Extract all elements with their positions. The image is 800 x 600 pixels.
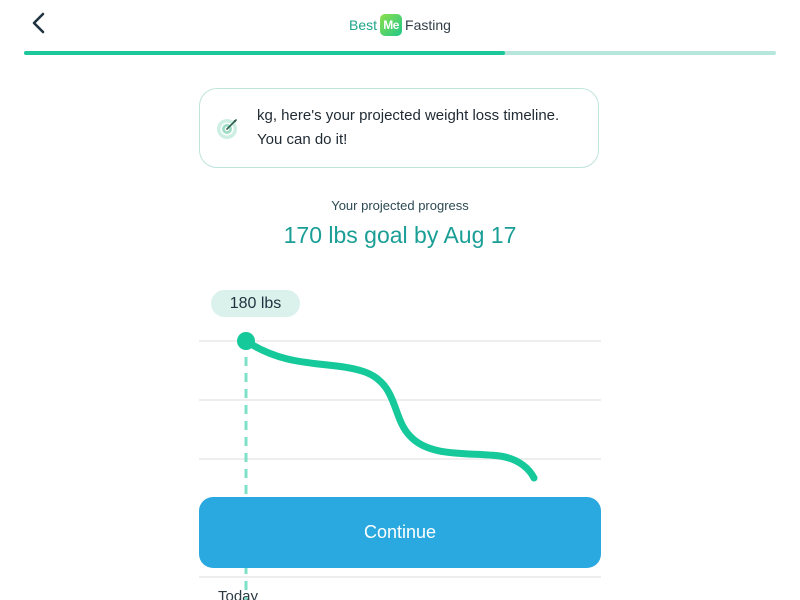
projected-weight-curve [242,337,538,482]
page: Best Me Fasting kg, here's your projecte… [0,0,800,600]
start-weight-dot [237,332,255,350]
today-label: Today [218,588,259,600]
continue-button[interactable]: Continue [199,497,601,568]
start-weight-label: 180 lbs [211,290,300,317]
